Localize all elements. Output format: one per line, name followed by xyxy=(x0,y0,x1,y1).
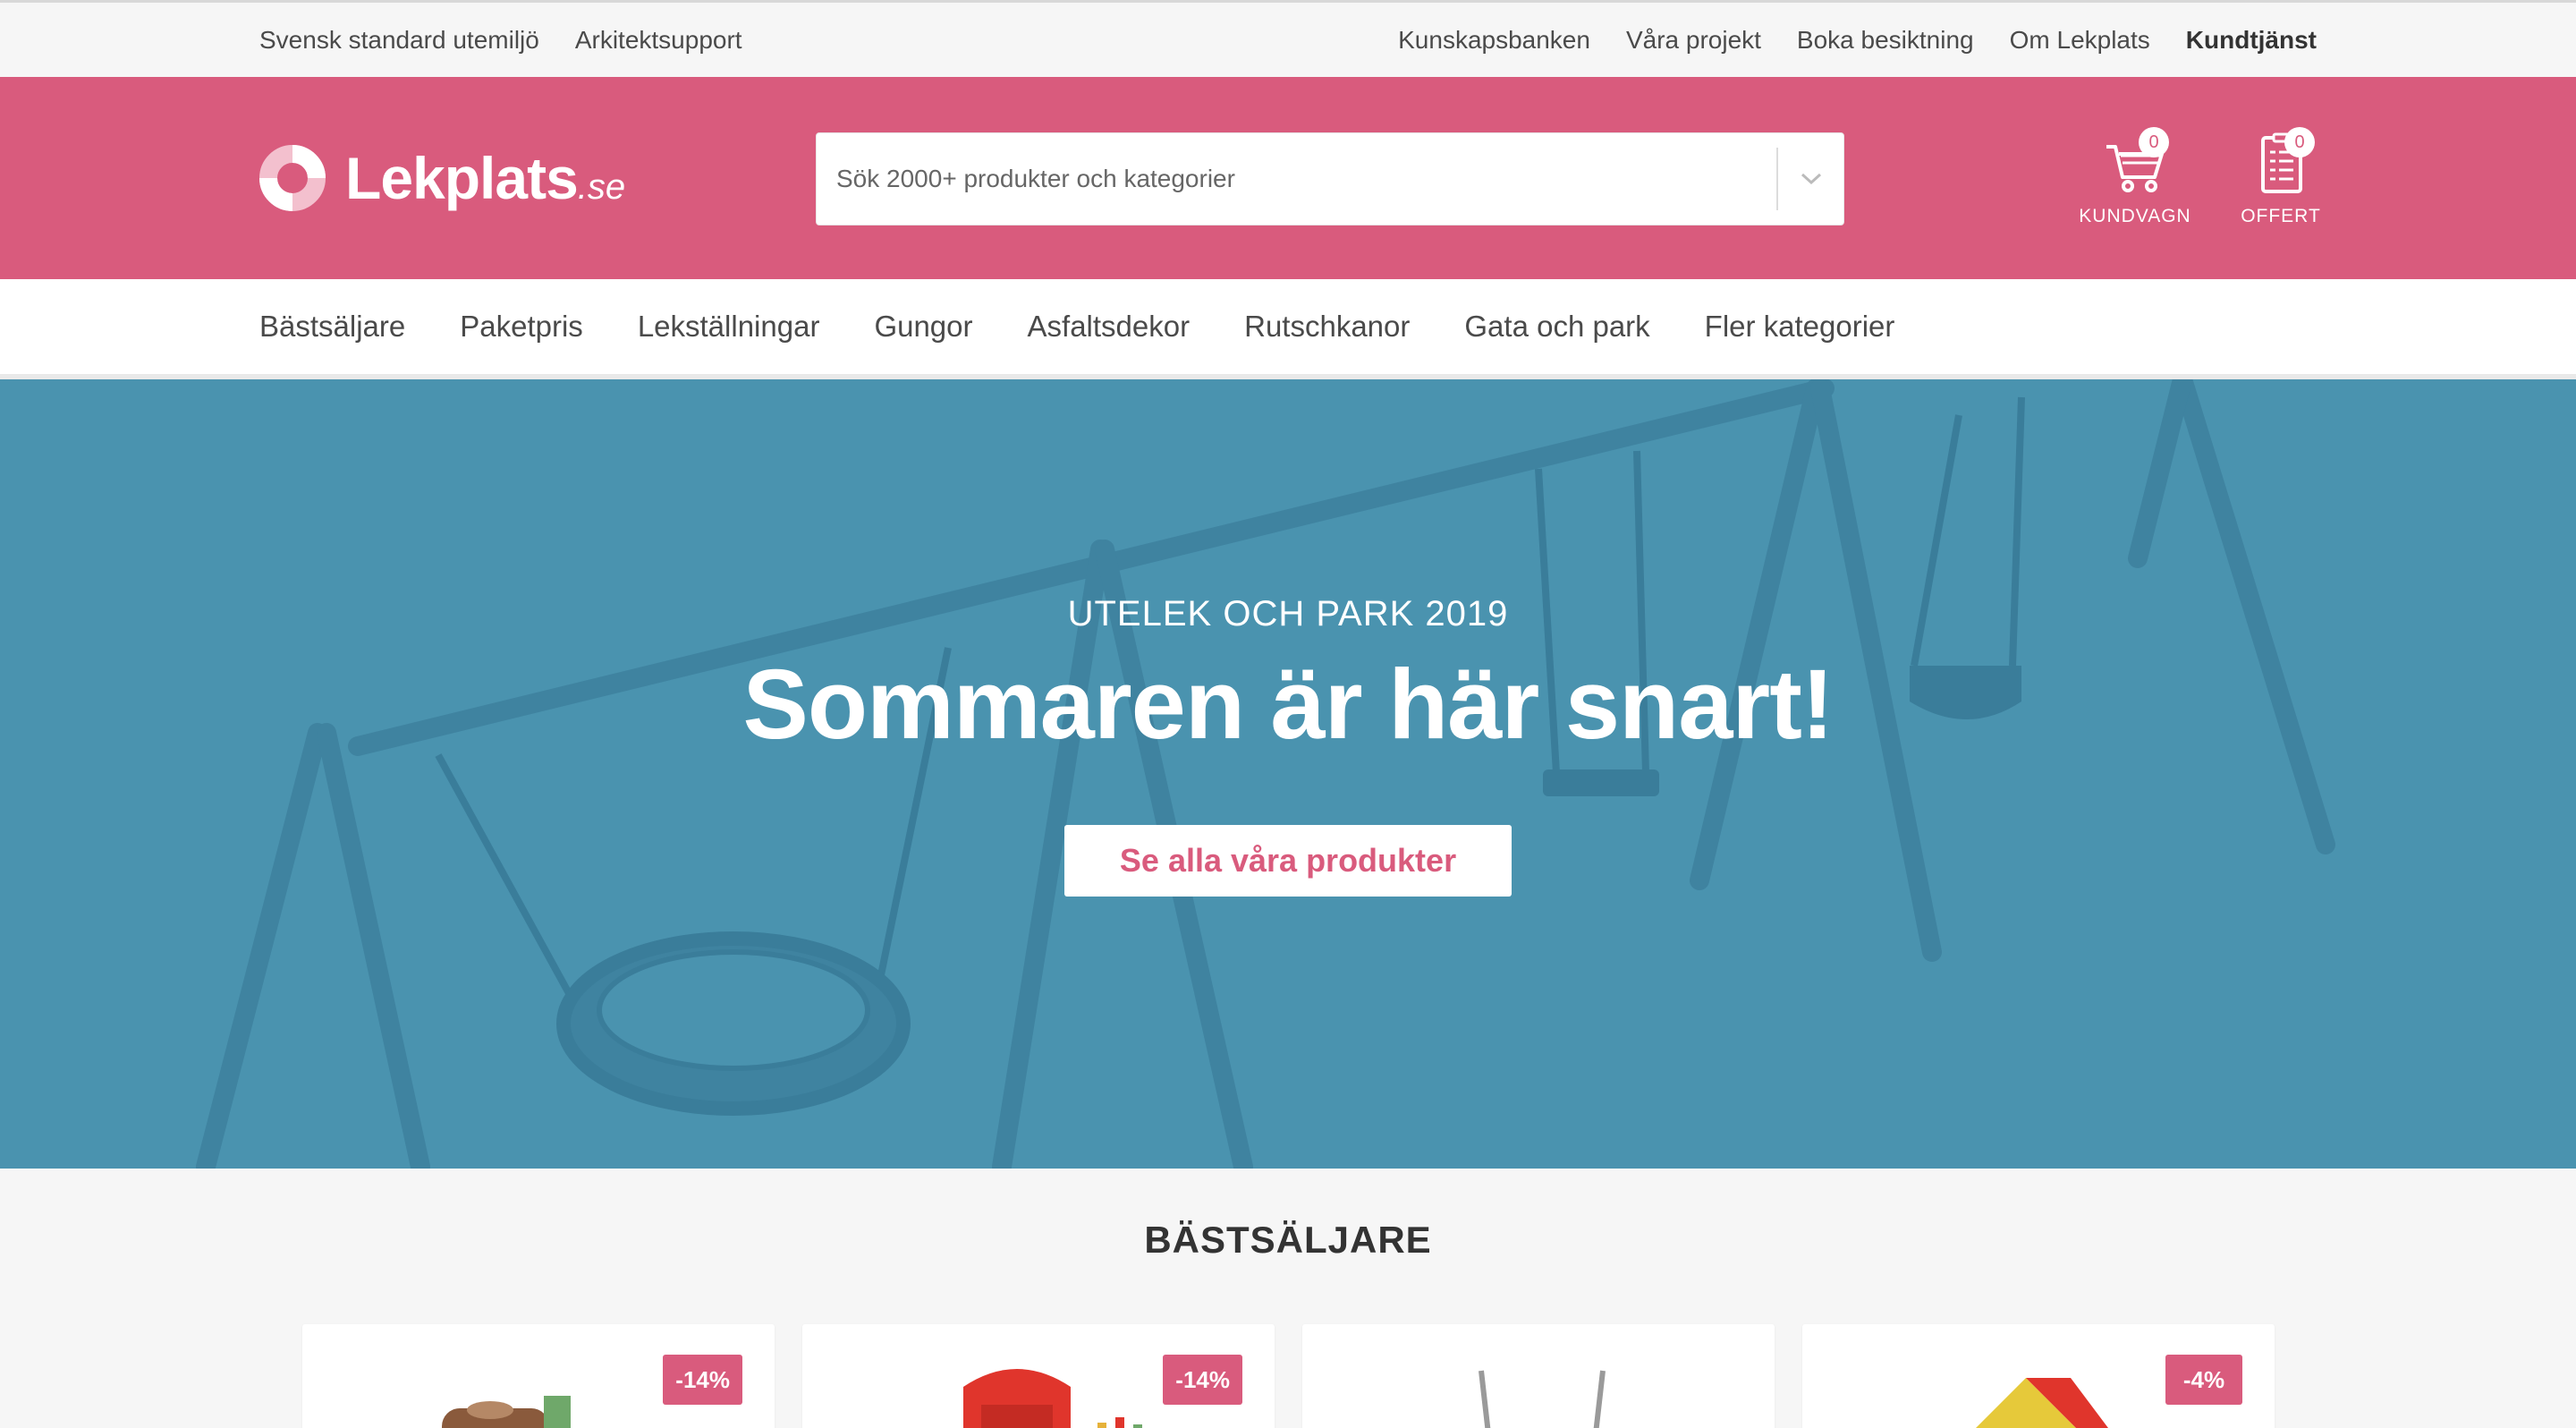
search-input[interactable] xyxy=(817,133,1775,225)
logo-mark-icon xyxy=(259,145,326,211)
cart-button[interactable]: 0 KUNDVAGN xyxy=(2068,127,2202,234)
logo-wordmark: Lekplats.se xyxy=(345,144,625,212)
product-image xyxy=(1479,1370,1606,1428)
product-card[interactable] xyxy=(1302,1324,1775,1428)
nav-item-asfaltsdekor[interactable]: Asfaltsdekor xyxy=(1028,310,1191,344)
hero-headline: Sommaren är här snart! xyxy=(742,650,1835,760)
hero-kicker: UTELEK OCH PARK 2019 xyxy=(1067,594,1509,633)
category-nav: Bästsäljare Paketpris Lekställningar Gun… xyxy=(0,279,2576,379)
product-card[interactable]: -14% xyxy=(302,1324,775,1428)
link-kundtjanst[interactable]: Kundtjänst xyxy=(2186,26,2317,55)
swing-set-illustration xyxy=(196,379,2335,1169)
nav-item-paketpris[interactable]: Paketpris xyxy=(460,310,583,344)
link-om-lekplats[interactable]: Om Lekplats xyxy=(2010,26,2150,55)
product-grid: -14% -14% -4% xyxy=(302,1324,2275,1428)
offer-icon-wrap: 0 xyxy=(2245,127,2317,199)
offer-label: OFFERT xyxy=(2241,206,2321,226)
topbar-right-links: Kunskapsbanken Våra projekt Boka besiktn… xyxy=(1398,3,2317,77)
nav-item-gungor[interactable]: Gungor xyxy=(874,310,972,344)
search-box xyxy=(816,132,1844,225)
cart-icon-wrap: 0 xyxy=(2099,127,2171,199)
hero-banner: UTELEK OCH PARK 2019 Sommaren är här sna… xyxy=(0,379,2576,1169)
nav-item-rutschkanor[interactable]: Rutschkanor xyxy=(1244,310,1410,344)
logo-suffix-text: .se xyxy=(577,167,626,207)
bestsellers-title: BÄSTSÄLJARE xyxy=(1144,1219,1432,1261)
link-arkitektsupport[interactable]: Arkitektsupport xyxy=(575,26,742,55)
search-dropdown-button[interactable] xyxy=(1778,133,1844,225)
discount-badge: -14% xyxy=(663,1355,742,1405)
nav-item-bastsaljare[interactable]: Bästsäljare xyxy=(259,310,405,344)
link-boka-besiktning[interactable]: Boka besiktning xyxy=(1797,26,1974,55)
offer-count-badge: 0 xyxy=(2284,127,2315,157)
discount-badge: -4% xyxy=(2165,1355,2242,1405)
cart-count-badge: 0 xyxy=(2139,127,2169,157)
link-kunskapsbanken[interactable]: Kunskapsbanken xyxy=(1398,26,1590,55)
discount-badge: -14% xyxy=(1163,1355,1242,1405)
logo-main-text: Lekplats xyxy=(345,145,579,211)
product-card[interactable]: -4% xyxy=(1802,1324,2275,1428)
cart-label: KUNDVAGN xyxy=(2079,206,2191,226)
link-vara-projekt[interactable]: Våra projekt xyxy=(1626,26,1761,55)
nav-item-lekstallningar[interactable]: Lekställningar xyxy=(638,310,820,344)
top-utility-bar: Svensk standard utemiljö Arkitektsupport… xyxy=(0,0,2576,77)
link-svensk-standard[interactable]: Svensk standard utemiljö xyxy=(259,26,539,55)
see-all-products-button[interactable]: Se alla våra produkter xyxy=(1064,825,1512,897)
site-logo[interactable]: Lekplats.se xyxy=(259,143,625,213)
chevron-down-icon xyxy=(1801,173,1822,185)
nav-item-fler-kategorier[interactable]: Fler kategorier xyxy=(1705,310,1895,344)
offer-button[interactable]: 0 OFFERT xyxy=(2214,127,2348,234)
site-header: Lekplats.se 0 KUNDVAGN xyxy=(0,77,2576,279)
category-list: Bästsäljare Paketpris Lekställningar Gun… xyxy=(259,279,1894,374)
nav-item-gata-och-park[interactable]: Gata och park xyxy=(1464,310,1649,344)
product-card[interactable]: -14% xyxy=(802,1324,1275,1428)
topbar-left-links: Svensk standard utemiljö Arkitektsupport xyxy=(259,3,742,77)
